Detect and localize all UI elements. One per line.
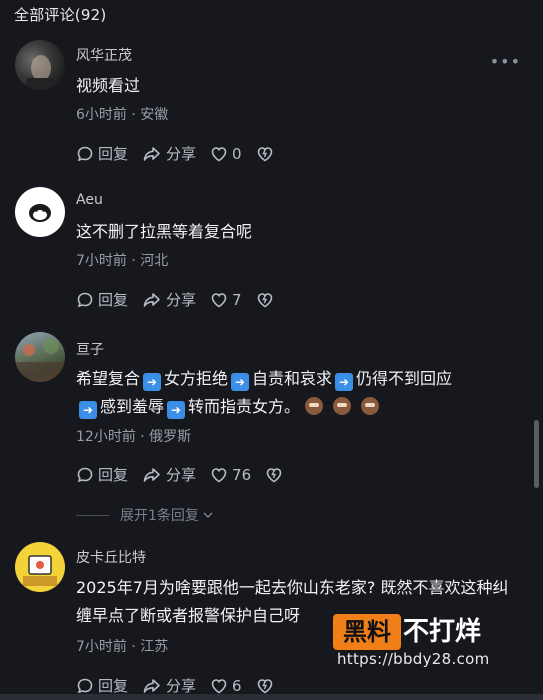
commenter-name[interactable]: Aeu <box>76 192 103 208</box>
share-icon <box>143 678 160 693</box>
watermark: 黑料 不打烊 https://bbdy28.com <box>333 614 517 674</box>
reply-label: 回复 <box>98 466 129 484</box>
avatar[interactable] <box>15 187 65 237</box>
like-count: 76 <box>232 465 252 484</box>
scrollbar[interactable] <box>534 420 539 488</box>
dislike-button[interactable] <box>256 677 278 695</box>
reply-label: 回复 <box>98 677 129 695</box>
watermark-brand: 黑料 <box>333 614 401 650</box>
heart-icon <box>211 146 227 161</box>
reply-button[interactable]: 回复 <box>76 464 128 485</box>
commenter-name[interactable]: 风华正茂 <box>76 45 132 65</box>
avatar-image <box>27 55 55 90</box>
dislike-heart-icon <box>257 678 272 693</box>
dislike-button[interactable] <box>256 145 278 163</box>
expand-replies-button[interactable]: 展开1条回复 <box>76 505 215 525</box>
share-label: 分享 <box>166 677 197 695</box>
heart-icon <box>211 467 227 482</box>
arrow-right-emoji: ➜ <box>231 373 250 391</box>
comment-actions: 回复 分享 0 <box>76 143 292 164</box>
comment-meta: 12小时前 · 俄罗斯 <box>76 429 192 445</box>
like-count: 0 <box>232 144 242 163</box>
poop-emoji <box>361 397 380 415</box>
reply-button[interactable]: 回复 <box>76 289 128 310</box>
avatar-image <box>29 204 51 222</box>
comment-icon <box>77 467 93 482</box>
like-button[interactable]: 76 <box>210 466 251 484</box>
comment-icon <box>77 678 93 693</box>
comment-icon <box>77 146 93 161</box>
text-segment: 希望复合 <box>76 369 141 388</box>
reply-button[interactable]: 回复 <box>76 143 128 164</box>
like-count: 7 <box>232 290 242 309</box>
commenter-name[interactable]: 皮卡丘比特 <box>76 547 146 567</box>
comment-meta: 7小时前 · 河北 <box>76 253 169 269</box>
arrow-right-emoji: ➜ <box>79 401 97 419</box>
comment-actions: 回复 分享 6 <box>76 675 292 696</box>
dislike-heart-icon <box>257 292 272 307</box>
more-icon[interactable]: ••• <box>490 52 521 71</box>
text-segment: 女方拒绝 <box>164 369 229 388</box>
like-button[interactable]: 0 <box>210 145 242 163</box>
comment-actions: 回复 分享 76 <box>76 464 301 485</box>
comment-icon <box>77 292 93 307</box>
divider <box>76 514 110 516</box>
share-label: 分享 <box>166 145 197 163</box>
comment-text: 希望复合 ➜ 女方拒绝 ➜ 自责和哀求 ➜ 仍得不到回应 ➜ 感到羞辱 ➜ 转而指责女方。 <box>76 365 521 421</box>
like-button[interactable]: 7 <box>210 291 242 309</box>
comment-meta: 6小时前 · 安徽 <box>76 107 169 123</box>
expand-label: 展开1条回复 <box>120 508 199 524</box>
share-button[interactable]: 分享 <box>142 143 196 164</box>
text-segment: 自责和哀求 <box>252 369 333 388</box>
like-count: 6 <box>232 676 242 695</box>
comment-text: 这不删了拉黑等着复合呢 <box>76 222 253 241</box>
text-segment: 仍得不到回应 <box>356 369 453 388</box>
avatar[interactable] <box>15 40 65 90</box>
watermark-url: https://bbdy28.com <box>337 650 490 668</box>
share-button[interactable]: 分享 <box>142 464 196 485</box>
comment-text: 视频看过 <box>76 76 141 95</box>
avatar[interactable] <box>15 332 65 382</box>
chevron-down-icon <box>203 512 213 519</box>
watermark-tagline: 不打烊 <box>403 617 482 647</box>
text-segment: 转而指责女方。 <box>188 397 301 416</box>
like-button[interactable]: 6 <box>210 677 242 695</box>
comment-meta: 7小时前 · 江苏 <box>76 639 169 655</box>
reply-label: 回复 <box>98 145 129 163</box>
share-button[interactable]: 分享 <box>142 289 196 310</box>
comments-header: 全部评论(92) <box>14 6 107 24</box>
dislike-button[interactable] <box>256 291 278 309</box>
comments-panel: 全部评论(92) ••• 风华正茂 视频看过 6小时前 · 安徽 回复 分享 0 <box>0 0 543 700</box>
avatar[interactable] <box>15 542 65 592</box>
share-button[interactable]: 分享 <box>142 675 196 696</box>
reply-label: 回复 <box>98 291 129 309</box>
arrow-right-emoji: ➜ <box>167 401 186 419</box>
share-label: 分享 <box>166 466 197 484</box>
arrow-right-emoji: ➜ <box>335 373 354 391</box>
dislike-heart-icon <box>266 467 282 482</box>
share-icon <box>143 467 160 482</box>
bottom-bar <box>0 694 543 700</box>
dislike-heart-icon <box>257 146 272 161</box>
commenter-name[interactable]: 亘子 <box>76 339 104 359</box>
avatar-image <box>23 555 57 586</box>
heart-icon <box>211 292 227 307</box>
avatar-image <box>15 338 65 382</box>
arrow-right-emoji: ➜ <box>143 373 162 391</box>
share-icon <box>143 146 160 161</box>
dislike-button[interactable] <box>265 466 287 484</box>
reply-button[interactable]: 回复 <box>76 675 128 696</box>
poop-emoji <box>333 397 352 415</box>
text-segment: 感到羞辱 <box>100 397 165 416</box>
heart-icon <box>211 678 227 693</box>
share-label: 分享 <box>166 291 197 309</box>
poop-emoji <box>305 397 324 415</box>
comment-actions: 回复 分享 7 <box>76 289 292 310</box>
share-icon <box>143 292 160 307</box>
